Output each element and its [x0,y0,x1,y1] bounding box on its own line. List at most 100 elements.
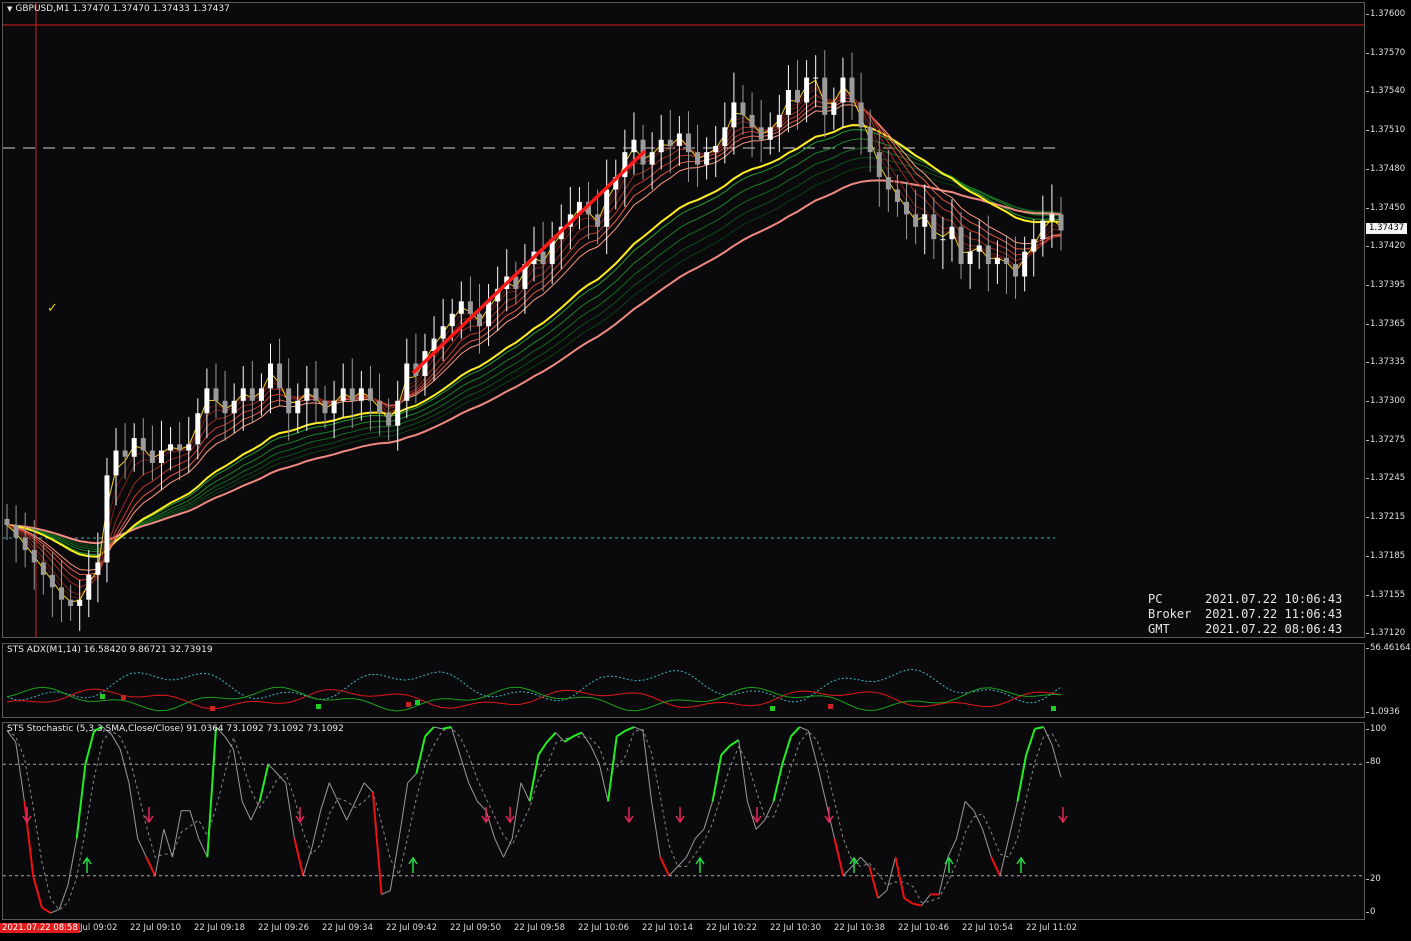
price-tick-label: 1.37245 [1365,473,1406,484]
candle-body [386,413,392,426]
candle-body [158,450,164,463]
time-tick-label: 22 Jul 10:46 [898,923,949,933]
stochastic-pane[interactable]: STS Stochastic (5,3,3,SMA,Close/Close) 9… [2,722,1365,920]
time-tick-label: 22 Jul 10:06 [578,923,629,933]
candle-body [222,400,228,414]
ma-ribbon-fast-line [6,83,1062,599]
candle-body [340,388,346,401]
time-tick-label: 22 Jul 11:02 [1026,923,1077,933]
candle-body [377,400,383,414]
candle-body [268,363,273,389]
stoch-main-segment [459,754,470,783]
stoch-main-segment [442,726,452,730]
time-cursor-label: 2021.07.22 08:58 [0,923,80,933]
stoch-main-segment [729,739,740,747]
ma-ribbon-slow-line [6,166,1062,547]
adx-axis: 56.46164 1.0936 [1366,643,1411,718]
clock-row-broker: Broker 2021.07.22 11:06:43 [1148,607,1343,621]
candle-body [95,562,101,575]
adx-min-label: 1.0936 [1366,707,1400,717]
stoch-signal-line [6,727,1062,911]
stoch-main-segment [651,801,661,858]
candle-body [604,189,610,227]
candle-body [40,562,46,575]
candle-body [722,127,728,146]
candle-body [976,245,982,252]
stoch-main-segment [738,739,748,802]
stoch-main-segment [903,897,914,905]
stochastic-indicator [3,726,1364,914]
price-tick-label: 1.37155 [1365,589,1406,600]
stoch-main-segment [990,856,1001,877]
stoch-main-segment [128,782,139,839]
price-chart[interactable] [3,3,1364,637]
stoch-main-segment [912,902,922,907]
stoch-main-segment [807,730,818,765]
candle-body [922,214,928,227]
candle-body [949,226,955,240]
stoch-main-segment [947,838,957,858]
stoch-main-segment [111,734,121,750]
price-axis[interactable]: 1.37600 1.37570 1.37540 1.37510 1.37480 1.374… [1365,2,1411,639]
adx-pane[interactable]: STS ADX(M1,14) 16.58420 9.86721 32.73919 [2,643,1365,718]
stoch-main-segment [973,810,984,830]
candle-body [795,90,800,103]
dropdown-arrow-icon[interactable]: ▼ [7,5,12,13]
stoch-main-segment [842,866,853,877]
stoch-main-segment [206,726,218,858]
price-tick-label: 1.37120 [1365,628,1406,639]
stoch-main-segment [285,782,295,839]
candle-body [131,438,137,457]
stoch-main-segment [616,729,627,738]
candle-body [867,127,873,153]
stoch-main-segment [494,838,504,858]
adx-title: STS ADX(M1,14) 16.58420 9.86721 32.73919 [7,645,213,655]
adx-signal-dot [828,704,833,709]
candle-body [231,400,237,414]
stoch-100-label: 100 [1365,724,1387,734]
candle-body [804,77,810,103]
main-chart-title: ▼ GBPUSD,M1 1.37470 1.37470 1.37433 1.374… [7,4,230,14]
stoch-main-segment [877,890,888,899]
candle-body [213,388,219,401]
time-tick-label: 22 Jul 10:30 [770,923,821,933]
time-tick-label: 22 Jul 10:22 [706,923,757,933]
candle-body [595,214,601,227]
candle-body [68,599,74,606]
candle-body [177,444,183,451]
main-chart-pane[interactable]: ▼ GBPUSD,M1 1.37470 1.37470 1.37433 1.374… [2,2,1365,638]
time-axis[interactable]: 2021.07.22 08:58 Jul 09:02 22 Jul 09:10 22… [0,920,1411,941]
candle-body [931,214,937,240]
clock-row-pc: PC 2021.07.22 10:06:43 [1148,592,1343,606]
candle-body [1031,239,1037,252]
stoch-main-segment [894,856,906,899]
candle-body [49,574,55,588]
stoch-main-segment [581,732,592,746]
adx-signal-dot [770,706,775,711]
stoch-main-segment [833,838,845,877]
stoch-main-segment [154,829,165,876]
candle-body [658,139,664,153]
price-tick-label: 1.37215 [1365,512,1406,523]
stoch-main-segment [302,847,313,876]
candle-body [104,475,110,563]
candle-body [685,133,691,153]
candle-body [313,388,319,401]
candle-body [458,301,464,314]
stoch-main-segment [503,838,513,858]
stoch-main-segment [886,857,896,891]
candle-body [395,400,401,426]
stochastic-axis: 100 80 20 0 [1365,722,1411,920]
stoch-main-segment [1043,726,1053,746]
candle-body [277,363,283,389]
stoch-main-segment [816,764,827,802]
adx-signal-dot [415,700,420,705]
stoch-main-segment [537,741,548,756]
candle-body [985,245,991,265]
stochastic-title: STS Stochastic (5,3,3,SMA,Close/Close) 9… [7,724,344,734]
stoch-main-segment [198,838,208,858]
candle-body [695,152,701,165]
candle-body [1003,257,1009,265]
candle-body [631,139,637,153]
stoch-main-segment [799,726,809,732]
